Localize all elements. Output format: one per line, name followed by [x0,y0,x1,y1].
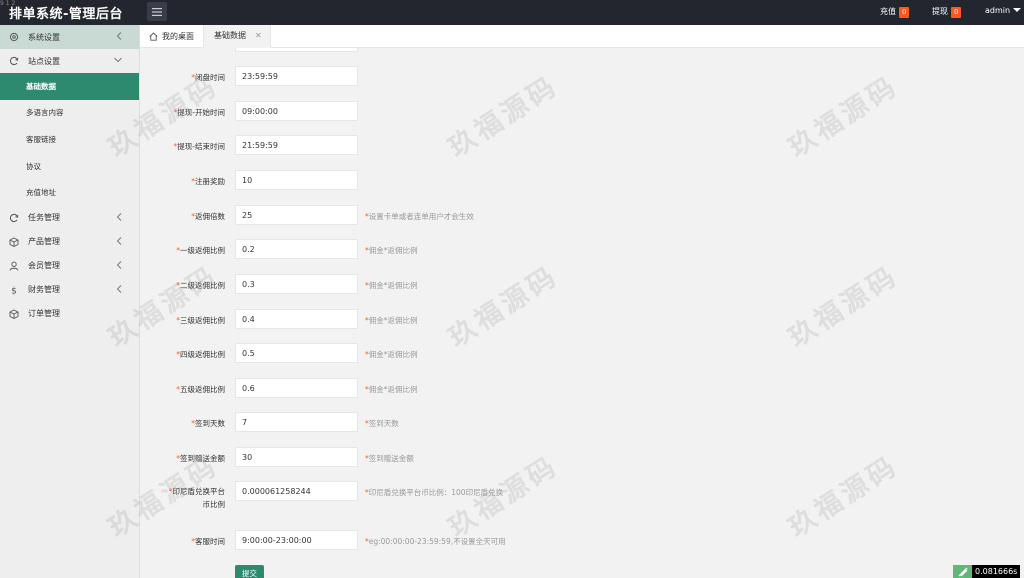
commission-multiple-input[interactable]: 25 [235,205,358,225]
tab-basic-data[interactable]: 基础数据 ✕ [203,25,271,48]
sidebar: 系统设置 站点设置 基础数据 多语言内容 客服链接 协议 充值地址 任务管理 产… [0,25,140,578]
field-label: *签到天数 [191,419,225,428]
menu-toggle-button[interactable] [147,2,167,21]
app-title: 排单系统-管理后台 [9,7,123,22]
level2-rate-input[interactable]: 0.3 [235,274,358,294]
field-label: *提现-开始时间 [173,108,225,117]
withdraw-badge: 0 [951,7,962,18]
sidebar-item-member-management[interactable]: 会员管理 [0,254,139,278]
level1-rate-input[interactable]: 0.2 [235,239,358,259]
sidebar-item-label: 站点设置 [28,56,60,66]
field-label: *注册奖励 [191,177,225,186]
field-label: *客服时间 [191,537,225,546]
sidebar-subitem-service-link[interactable]: 客服链接 [0,126,139,153]
field-label: *闭盘时间 [191,73,225,82]
user-icon [8,260,19,271]
register-reward-input[interactable]: 10 [235,170,358,190]
chevron-down-icon [114,56,122,65]
chevron-left-icon [116,285,122,295]
sidebar-item-label: 订单管理 [28,309,60,319]
sidebar-item-label: 财务管理 [28,285,60,295]
field-label: *返佣倍数 [191,212,225,221]
menu-icon [152,7,162,16]
sidebar-item-system-settings[interactable]: 系统设置 [0,25,139,49]
field-label: *三级返佣比例 [176,316,225,325]
sidebar-item-site-settings[interactable]: 站点设置 [0,49,139,73]
field-hint: *佣金*返佣比例 [365,385,418,394]
tab-home[interactable]: 我的桌面 [149,25,194,48]
withdraw-end-input[interactable]: 21:59:59 [235,135,358,155]
speed-icon [953,565,972,578]
sidebar-subitem-agreement[interactable]: 协议 [0,153,139,180]
signin-bonus-input[interactable]: 30 [235,447,358,467]
chevron-left-icon [116,32,122,42]
sidebar-subitem-language-content[interactable]: 多语言内容 [0,100,139,127]
refresh-icon [8,56,19,67]
sidebar-item-label: 产品管理 [28,237,60,247]
idr-rate-input[interactable]: 0.000061258244 [235,481,358,501]
field-hint: *佣金*返佣比例 [365,350,418,359]
field-label: *印尼盾兑换平台币比例 [168,487,225,509]
field-hint: *签到赠送金额 [365,454,414,463]
submit-button[interactable]: 提交 [235,565,264,578]
field-hint: *佣金*返佣比例 [365,316,418,325]
chevron-left-icon [116,237,122,247]
box-icon [8,236,19,247]
field-hint: *佣金*返佣比例 [365,281,418,290]
field-hint: *签到天数 [365,419,399,428]
dollar-icon: $ [8,284,19,295]
refresh-icon [8,212,19,223]
gear-icon [8,32,19,43]
field-label: *五级返佣比例 [176,385,225,394]
close-icon[interactable]: ✕ [255,31,262,40]
withdraw-link[interactable]: 提现 0 [932,6,962,18]
sidebar-item-label: 会员管理 [28,261,60,271]
field-hint: *印尼盾兑换平台币比例：100印尼盾兑换 [365,488,504,497]
field-hint: *设置卡单或者连单用户才会生效 [365,212,474,221]
sidebar-item-task-management[interactable]: 任务管理 [0,206,139,230]
tab-home-label: 我的桌面 [162,32,194,41]
page-timer: 0.081666s [953,565,1021,578]
username: admin [985,6,1011,15]
field-label: *签到赠送金额 [176,454,225,463]
sidebar-subitem-basic-data[interactable]: 基础数据 [0,73,139,100]
sidebar-item-label: 系统设置 [28,32,60,42]
chevron-down-icon [1013,8,1022,12]
service-hours-input[interactable]: 9:00:00-23:00:00 [235,530,358,550]
withdraw-start-input[interactable]: 09:00:00 [235,101,358,121]
field-hint: *佣金*返佣比例 [365,246,418,255]
sidebar-item-order-management[interactable]: 订单管理 [0,302,139,326]
sidebar-item-product-management[interactable]: 产品管理 [0,230,139,254]
sidebar-subitem-recharge-address[interactable]: 充值地址 [0,179,139,206]
top-bar: 9 1 2 排单系统-管理后台 充值 0 提现 0 admin [0,0,1024,25]
tab-label: 基础数据 [214,31,246,40]
user-menu[interactable]: admin [985,6,1022,15]
field-label: *四级返佣比例 [176,350,225,359]
level4-rate-input[interactable]: 0.5 [235,343,358,363]
recharge-badge: 0 [899,7,910,18]
sidebar-item-label: 任务管理 [28,213,60,223]
field-label: *二级返佣比例 [176,281,225,290]
chevron-left-icon [116,261,122,271]
field-label: *提现-结束时间 [173,142,225,151]
field-label: *一级返佣比例 [176,246,225,255]
main-content: *闭盘时间 23:59:59 *提现-开始时间 09:00:00 *提现-结束时… [140,48,1024,578]
level3-rate-input[interactable]: 0.4 [235,309,358,329]
chevron-left-icon [116,213,122,223]
svg-text:$: $ [11,286,17,295]
previous-field-edge [235,48,358,52]
level5-rate-input[interactable]: 0.6 [235,378,358,398]
timer-value: 0.081666s [972,565,1021,578]
recharge-link[interactable]: 充值 0 [880,6,910,18]
tab-bar: 我的桌面 基础数据 ✕ [140,25,1024,48]
recharge-label: 充值 [880,7,896,16]
home-icon [149,32,158,41]
withdraw-label: 提现 [932,7,948,16]
field-hint: *eg:00:00:00-23:59:59,不设置全天可用 [365,537,506,546]
sidebar-item-finance-management[interactable]: $ 财务管理 [0,278,139,302]
box-icon [8,308,19,319]
close-time-input[interactable]: 23:59:59 [235,66,358,86]
signin-days-input[interactable]: 7 [235,412,358,432]
